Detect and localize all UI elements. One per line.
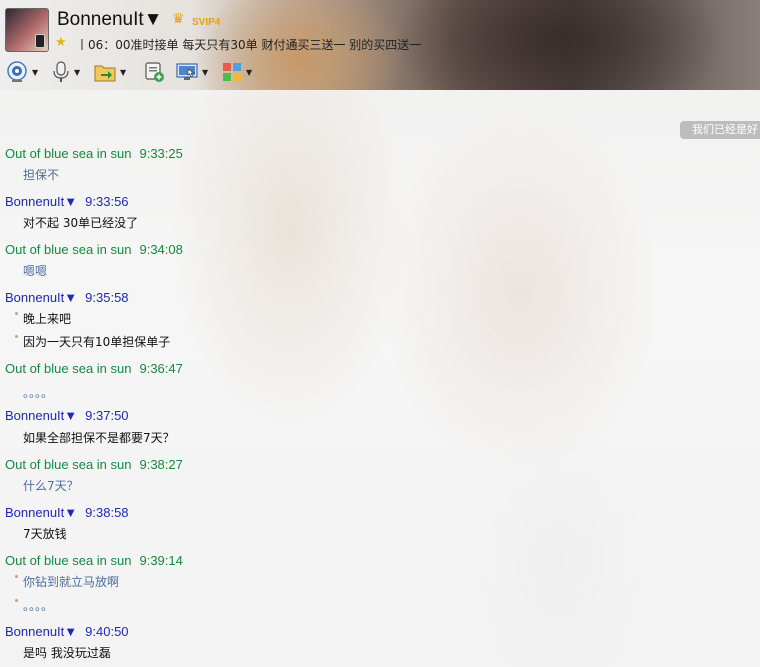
chevron-down-icon[interactable]: ▼ — [74, 68, 80, 77]
message-add-icon — [145, 62, 164, 82]
contact-signature: 丨06：00准时接单 每天只有30单 财付通买三送一 别的买四送一 — [76, 38, 422, 52]
message-sender-line: Out of blue sea in sun 9:36:47 — [0, 358, 183, 377]
message-line: 。。。。 — [0, 382, 53, 401]
message-line: 晚上来吧 — [0, 308, 71, 327]
screen-share-icon — [176, 63, 198, 80]
message-time: 9:39:14 — [139, 553, 183, 568]
message-time: 9:38:58 — [85, 505, 129, 520]
crown-icon: ♛ — [172, 11, 185, 27]
webcam-icon — [7, 61, 27, 82]
message-line: 你钻到就立马放啊 — [0, 571, 119, 590]
chat-header: BonnenuIt▼ ♛ SVIP4 ★ 丨06：00准时接单 每天只有30单 … — [0, 0, 760, 90]
message-sender-line: BonnenuIt▼ 9:38:58 — [0, 502, 129, 521]
message-line: 7天放钱 — [0, 523, 67, 542]
vip-badge[interactable]: SVIP4 — [192, 17, 220, 28]
message-line: 如果全部担保不是都要7天？ — [0, 427, 175, 446]
sender-name[interactable]: Out of blue sea in sun — [0, 146, 131, 161]
chevron-down-icon[interactable]: ▼ — [202, 68, 208, 77]
sender-name[interactable]: BonnenuIt▼ — [0, 624, 77, 639]
send-file-button[interactable]: ▼ — [94, 60, 126, 84]
bullet-dot — [15, 335, 18, 338]
message-text: 如果全部担保不是都要7天？ — [23, 431, 175, 445]
message-time: 9:38:27 — [139, 457, 183, 472]
folder-transfer-icon — [94, 65, 116, 82]
message-line: 对不起 30单已经没了 — [0, 212, 138, 231]
message-text: 是吗 我没玩过磊 — [23, 646, 111, 660]
message-text: 什么7天？ — [23, 479, 79, 493]
message-text: 。。。。 — [23, 599, 54, 613]
contact-nickname[interactable]: BonnenuIt▼ — [57, 9, 162, 31]
message-sender-line: BonnenuIt▼ 9:40:50 — [0, 621, 129, 640]
message-sender-line: Out of blue sea in sun 9:33:25 — [0, 143, 183, 162]
mobile-online-icon — [35, 34, 45, 48]
remote-assist-button[interactable]: ▼ — [176, 60, 208, 84]
chevron-down-icon[interactable]: ▼ — [246, 68, 252, 77]
message-sender-line: BonnenuIt▼ 9:35:58 — [0, 287, 129, 306]
sender-name[interactable]: Out of blue sea in sun — [0, 361, 131, 376]
message-time: 9:33:56 — [85, 194, 129, 209]
message-sender-line: Out of blue sea in sun 9:38:27 — [0, 454, 183, 473]
message-line: 因为一天只有10单担保单子 — [0, 331, 170, 350]
apps-button[interactable]: ▼ — [222, 60, 252, 84]
microphone-icon — [53, 61, 69, 82]
message-time: 9:37:50 — [85, 408, 129, 423]
sender-name[interactable]: BonnenuIt▼ — [0, 408, 77, 423]
message-time: 9:34:08 — [139, 242, 183, 257]
voice-call-button[interactable]: ▼ — [52, 60, 80, 84]
avatar[interactable] — [5, 8, 49, 52]
friend-notice[interactable]: 我们已经是好 — [680, 121, 760, 139]
message-line: 嗯嗯 — [0, 260, 47, 279]
message-sender-line: Out of blue sea in sun 9:34:08 — [0, 239, 183, 258]
message-time: 9:33:25 — [139, 146, 183, 161]
bullet-dot — [15, 599, 18, 602]
chevron-down-icon[interactable]: ▼ — [120, 68, 126, 77]
message-text: 晚上来吧 — [23, 312, 72, 326]
message-line: 。。。。 — [0, 595, 53, 614]
message-line: 什么7天？ — [0, 475, 79, 494]
apps-grid-icon — [223, 63, 241, 81]
message-sender-line: BonnenuIt▼ 9:33:56 — [0, 191, 129, 210]
sender-name[interactable]: Out of blue sea in sun — [0, 457, 131, 472]
star-icon: ★ — [55, 35, 67, 50]
message-text: 因为一天只有10单担保单子 — [23, 335, 171, 349]
toolbar: ▼ ▼ ▼ ▼ ▼ — [6, 60, 406, 86]
sender-name[interactable]: Out of blue sea in sun — [0, 553, 131, 568]
bullet-dot — [15, 575, 18, 578]
message-text: 嗯嗯 — [23, 264, 48, 278]
message-time: 9:35:58 — [85, 290, 129, 305]
send-sms-button[interactable] — [144, 60, 164, 84]
video-call-button[interactable]: ▼ — [6, 60, 38, 84]
sender-name[interactable]: BonnenuIt▼ — [0, 290, 77, 305]
chevron-down-icon[interactable]: ▼ — [32, 68, 38, 77]
sender-name[interactable]: Out of blue sea in sun — [0, 242, 131, 257]
bullet-dot — [15, 312, 18, 315]
sender-name[interactable]: BonnenuIt▼ — [0, 505, 77, 520]
message-sender-line: BonnenuIt▼ 9:37:50 — [0, 405, 129, 424]
message-text: 担保不 — [23, 168, 60, 182]
message-line: 是吗 我没玩过磊 — [0, 642, 111, 661]
message-text: 。。。。 — [23, 386, 54, 400]
message-sender-line: Out of blue sea in sun 9:39:14 — [0, 550, 183, 569]
message-line: 担保不 — [0, 164, 59, 183]
message-time: 9:40:50 — [85, 624, 129, 639]
message-text: 7天放钱 — [23, 527, 67, 541]
message-text: 对不起 30单已经没了 — [23, 216, 139, 230]
message-time: 9:36:47 — [139, 361, 183, 376]
sender-name[interactable]: BonnenuIt▼ — [0, 194, 77, 209]
